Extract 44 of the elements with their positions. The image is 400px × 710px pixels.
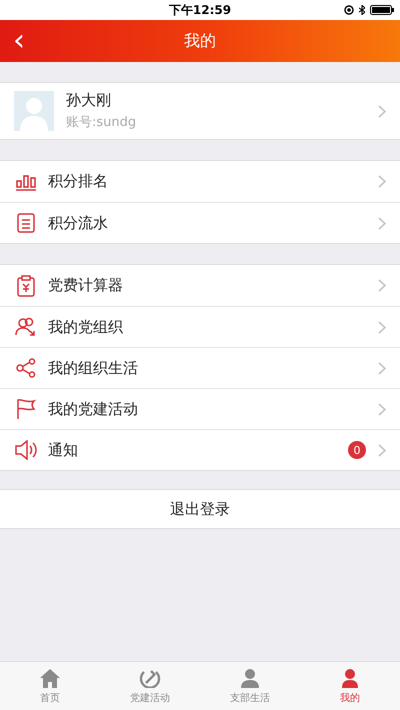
lock-rotation-icon	[344, 5, 354, 15]
chevron-icon	[378, 279, 386, 292]
status-time: 下午12:59	[168, 2, 232, 18]
menu-label: 我的党组织	[48, 318, 124, 336]
chevron-icon	[378, 444, 386, 456]
people-icon	[15, 317, 37, 337]
menu-item[interactable]: 我的组织生活	[0, 347, 400, 388]
chevron-icon	[378, 104, 386, 118]
speaker-icon	[15, 440, 37, 460]
menu-item[interactable]: 党费计算器	[0, 265, 400, 306]
bar-chart-icon	[16, 172, 36, 190]
menu-label: 党费计算器	[48, 276, 124, 295]
flag-icon	[16, 398, 36, 420]
menu-label: 积分流水	[48, 214, 109, 232]
home-icon	[39, 668, 61, 688]
people-icon	[239, 668, 261, 688]
menu-item[interactable]: 通知 0	[0, 429, 400, 470]
chevron-icon	[378, 175, 386, 188]
tab[interactable]: 我的	[300, 662, 400, 710]
menu-item[interactable]: 积分流水	[0, 202, 400, 243]
logout-button[interactable]: 退出登录	[0, 489, 400, 529]
bluetooth-icon	[359, 5, 365, 15]
share-icon	[16, 358, 36, 378]
user-name: 孙大刚	[66, 91, 112, 110]
person-icon	[339, 668, 361, 688]
menu-label: 我的党建活动	[48, 400, 139, 418]
list-icon	[17, 213, 35, 233]
account-id: 账号:sundg	[66, 114, 138, 131]
menu-item[interactable]: 我的党组织	[0, 306, 400, 347]
page-title: 我的	[184, 30, 216, 52]
back-button[interactable]: ‹	[4, 24, 34, 58]
chevron-icon	[378, 402, 386, 416]
avatar-icon	[14, 91, 54, 131]
menu-item[interactable]: 我的党建活动	[0, 388, 400, 429]
menu-label: 我的组织生活	[48, 358, 139, 378]
battery-icon	[370, 5, 394, 15]
chevron-icon	[378, 362, 386, 374]
chevron-icon	[378, 320, 386, 334]
menu-label: 积分排名	[48, 172, 109, 191]
chevron-icon	[378, 216, 386, 230]
menu-item[interactable]: 积分排名	[0, 161, 400, 202]
count-badge: 0	[348, 441, 366, 459]
menu-label: 通知	[48, 440, 79, 460]
clipboard-icon	[17, 274, 35, 296]
